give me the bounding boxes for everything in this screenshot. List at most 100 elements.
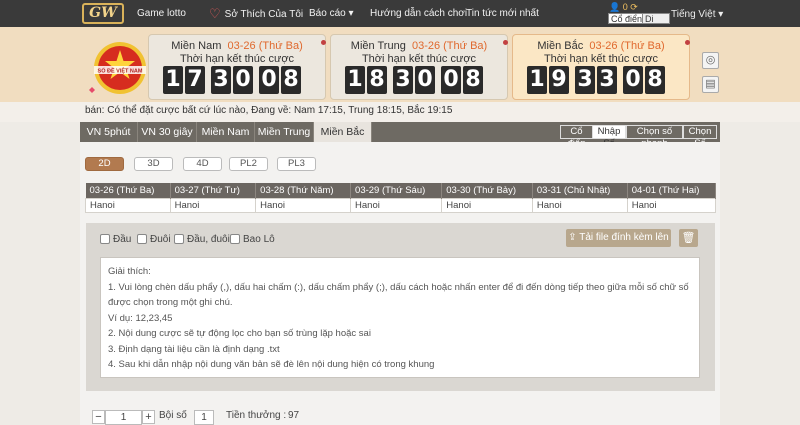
trash-icon: 🗑 xyxy=(681,232,696,244)
timer-mien-nam[interactable]: Miền Nam 03-26 (Thứ Ba) Thời hạn kết thú… xyxy=(148,34,326,100)
multiplier-input[interactable]: 1 xyxy=(194,410,214,425)
digit: 8 xyxy=(281,66,301,94)
checkbox-duoi[interactable]: Đuôi xyxy=(137,234,171,246)
city-cell[interactable]: Hanoi xyxy=(169,197,257,213)
mode-tab-enter-number[interactable]: Nhập Số xyxy=(592,125,626,149)
help-line: 3. Định dạng tài liệu cần là định dạng .… xyxy=(108,343,280,355)
nav-game-lotto[interactable]: Game lotto xyxy=(137,0,186,27)
nav-favorites[interactable]: ♡ Sở Thích Của Tôi xyxy=(209,0,303,27)
timer-date: 03-26 (Thứ Ba) xyxy=(227,40,303,52)
digit: 0 xyxy=(441,66,461,94)
globe-icon[interactable]: ◎ xyxy=(702,52,719,69)
timer-region: Miền Bắc xyxy=(537,40,584,52)
tab-vn-5phut[interactable]: VN 5phút xyxy=(80,122,138,142)
emblem-text: SỔ ĐỀ VIỆT NAM xyxy=(98,67,143,75)
mode-classic-button[interactable]: Cổ điển xyxy=(608,13,646,24)
city-cell[interactable]: Hanoi xyxy=(531,197,628,213)
help-line: Ví dụ: 12,23,45 xyxy=(108,312,173,324)
checkbox-dau-duoi[interactable]: Đầu, đuôi xyxy=(174,234,230,246)
city-cell[interactable]: Hanoi xyxy=(85,197,171,213)
digit: 1 xyxy=(527,66,547,94)
document-icon[interactable]: ▤ xyxy=(702,76,719,93)
pill-2d[interactable]: 2D xyxy=(85,157,124,171)
digit: 3 xyxy=(393,66,413,94)
digit: 0 xyxy=(233,66,253,94)
countdown: 17 30 08 xyxy=(163,66,301,94)
city-cell[interactable]: Hanoi xyxy=(441,197,533,213)
timer-region: Miền Trung xyxy=(350,40,406,52)
nav-guide[interactable]: Hướng dẫn cách chơi xyxy=(370,0,467,27)
date-header[interactable]: 03-27 (Thứ Tư) xyxy=(170,183,257,198)
vietnam-emblem-icon: SỔ ĐỀ VIỆT NAM xyxy=(89,42,146,94)
mode-mobile-button[interactable]: Di động xyxy=(642,13,670,34)
instructions-textarea[interactable]: Giải thích: 1. Vui lòng chèn dấu phẩy (,… xyxy=(100,257,700,378)
checkbox-dau[interactable]: Đầu xyxy=(100,234,131,246)
timer-mien-bac[interactable]: Miền Bắc 03-26 (Thứ Ba) Thời hạn kết thú… xyxy=(512,34,690,100)
city-cell[interactable]: Hanoi xyxy=(350,197,443,213)
upload-icon: ⇪ xyxy=(568,232,577,243)
mode-tab-pick-number[interactable]: Chọn Số xyxy=(683,125,717,149)
minus-button[interactable]: − xyxy=(92,410,105,424)
date-header[interactable]: 03-26 (Thứ Ba) xyxy=(85,183,171,198)
help-line: 1. Vui lòng chèn dấu phẩy (,), dấu hai c… xyxy=(108,281,689,309)
digit: 8 xyxy=(463,66,483,94)
help-line: 2. Nội dung cược sẽ tự động lọc cho bạn … xyxy=(108,328,371,339)
digit: 7 xyxy=(185,66,205,94)
timer-date: 03-26 (Thứ Ba) xyxy=(411,40,488,52)
user-count: 0 xyxy=(622,2,628,12)
date-header[interactable]: 04-01 (Thứ Hai) xyxy=(627,183,717,198)
plus-button[interactable]: + xyxy=(142,410,155,424)
tab-mien-bac[interactable]: Miền Bắc xyxy=(314,122,372,142)
timer-caption: Thời hạn kết thúc cược xyxy=(179,53,295,65)
prize-label: Tiền thưởng : xyxy=(226,410,287,421)
user-icon[interactable]: 👤 xyxy=(609,2,620,12)
city-cell[interactable]: Hanoi xyxy=(255,197,352,213)
digit: 0 xyxy=(415,66,435,94)
digit: 3 xyxy=(211,66,231,94)
site-logo[interactable]: GW xyxy=(82,3,124,24)
notice-text: bán: Có thể đặt cược bất cứ lúc nào, Đan… xyxy=(0,102,800,122)
digit: 3 xyxy=(575,66,595,94)
tab-mien-nam[interactable]: Miền Nam xyxy=(197,122,255,142)
mode-tab-quick-pick[interactable]: Chọn số nhanh xyxy=(626,125,683,149)
timer-region: Miền Nam xyxy=(171,40,222,52)
timer-caption: Thời hạn kết thúc cược xyxy=(361,53,477,65)
digit: 3 xyxy=(597,66,617,94)
city-cell[interactable]: Hanoi xyxy=(626,197,717,213)
nav-reports[interactable]: Báo cáo ▾ xyxy=(309,0,354,27)
chevron-down-icon: ▾ xyxy=(718,9,724,20)
refresh-icon[interactable]: ⟳ xyxy=(630,2,638,12)
digit: 8 xyxy=(645,66,665,94)
tab-bar: VN 5phút VN 30 giây Miền Nam Miền Trung … xyxy=(80,122,720,149)
date-header[interactable]: 03-29 (Thứ Sáu) xyxy=(350,183,443,198)
pill-4d[interactable]: 4D xyxy=(183,157,222,171)
digit: 1 xyxy=(163,66,183,94)
date-header[interactable]: 03-31 (Chủ Nhật) xyxy=(532,183,628,198)
timer-mien-trung[interactable]: Miền Trung 03-26 (Thứ Ba) Thời hạn kết t… xyxy=(330,34,508,100)
countdown: 18 30 08 xyxy=(345,66,483,94)
pill-pl3[interactable]: PL3 xyxy=(277,157,316,171)
nav-news[interactable]: Tin tức mới nhất xyxy=(466,0,539,27)
pill-3d[interactable]: 3D xyxy=(134,157,173,171)
tab-mien-trung[interactable]: Miền Trung xyxy=(255,122,314,142)
tab-vn-30giay[interactable]: VN 30 giây xyxy=(138,122,197,142)
language-select[interactable]: Tiếng Việt ▾ xyxy=(671,0,723,27)
date-header[interactable]: 03-30 (Thứ Bảy) xyxy=(441,183,533,198)
upload-file-button[interactable]: ⇪ Tải file đính kèm lên xyxy=(566,229,671,247)
digit: 0 xyxy=(259,66,279,94)
quantity-input[interactable]: 1 xyxy=(105,410,142,425)
countdown: 19 33 08 xyxy=(527,66,665,94)
timer-caption: Thời hạn kết thúc cược xyxy=(543,53,659,65)
heart-icon: ♡ xyxy=(209,6,221,21)
delete-button[interactable]: 🗑 xyxy=(679,229,698,247)
checkbox-bao-lo[interactable]: Bao Lô xyxy=(230,234,275,246)
help-title: Giải thích: xyxy=(108,266,151,277)
help-line: 4. Sau khi dẫn nhập nội dung văn bản sẽ … xyxy=(108,359,435,370)
digit: 0 xyxy=(623,66,643,94)
mode-tab-classic[interactable]: Cổ điển xyxy=(560,125,593,149)
digit: 1 xyxy=(345,66,365,94)
pill-pl2[interactable]: PL2 xyxy=(229,157,268,171)
date-header[interactable]: 03-28 (Thứ Năm) xyxy=(255,183,352,198)
user-controls: 👤 0 ⟳ Cổ điển Di động xyxy=(604,0,670,34)
multiplier-label: Bội số xyxy=(159,410,187,421)
